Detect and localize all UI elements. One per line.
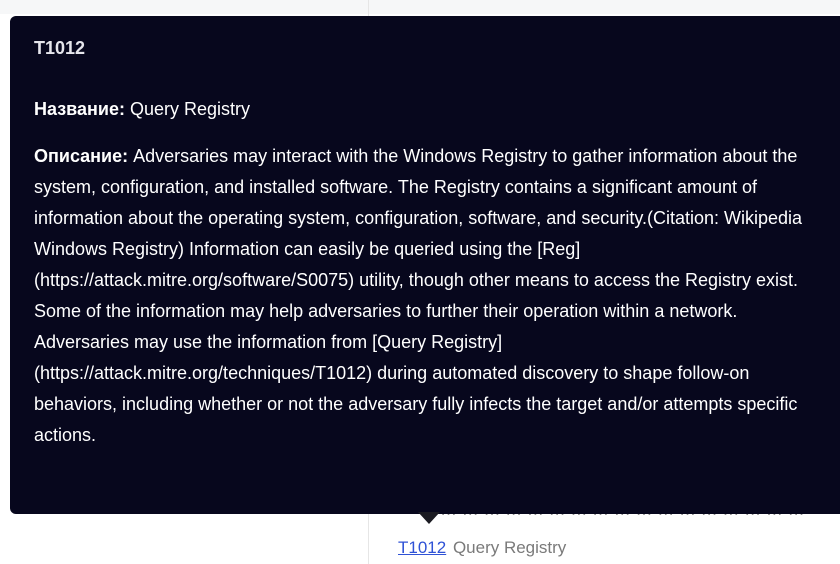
- tooltip-name-value: Query Registry: [129, 99, 251, 119]
- technique-row: T1012 Query Registry: [398, 538, 566, 558]
- technique-id-link[interactable]: T1012: [398, 538, 446, 557]
- page-background-header: [0, 0, 840, 14]
- tooltip-description-label: Описание:: [34, 146, 129, 166]
- tooltip-name-label: Название:: [34, 99, 125, 119]
- tooltip-description-text: Adversaries may interact with the Window…: [34, 146, 803, 445]
- tooltip-name-line: Название: Query Registry: [34, 97, 826, 121]
- tooltip-description: Описание: Adversaries may interact with …: [34, 141, 826, 451]
- tooltip-technique-id: T1012: [34, 38, 86, 58]
- technique-tooltip: T1012 Название: Query Registry Описание:…: [10, 16, 840, 514]
- technique-name: Query Registry: [452, 538, 567, 557]
- tooltip-arrow: [418, 512, 440, 524]
